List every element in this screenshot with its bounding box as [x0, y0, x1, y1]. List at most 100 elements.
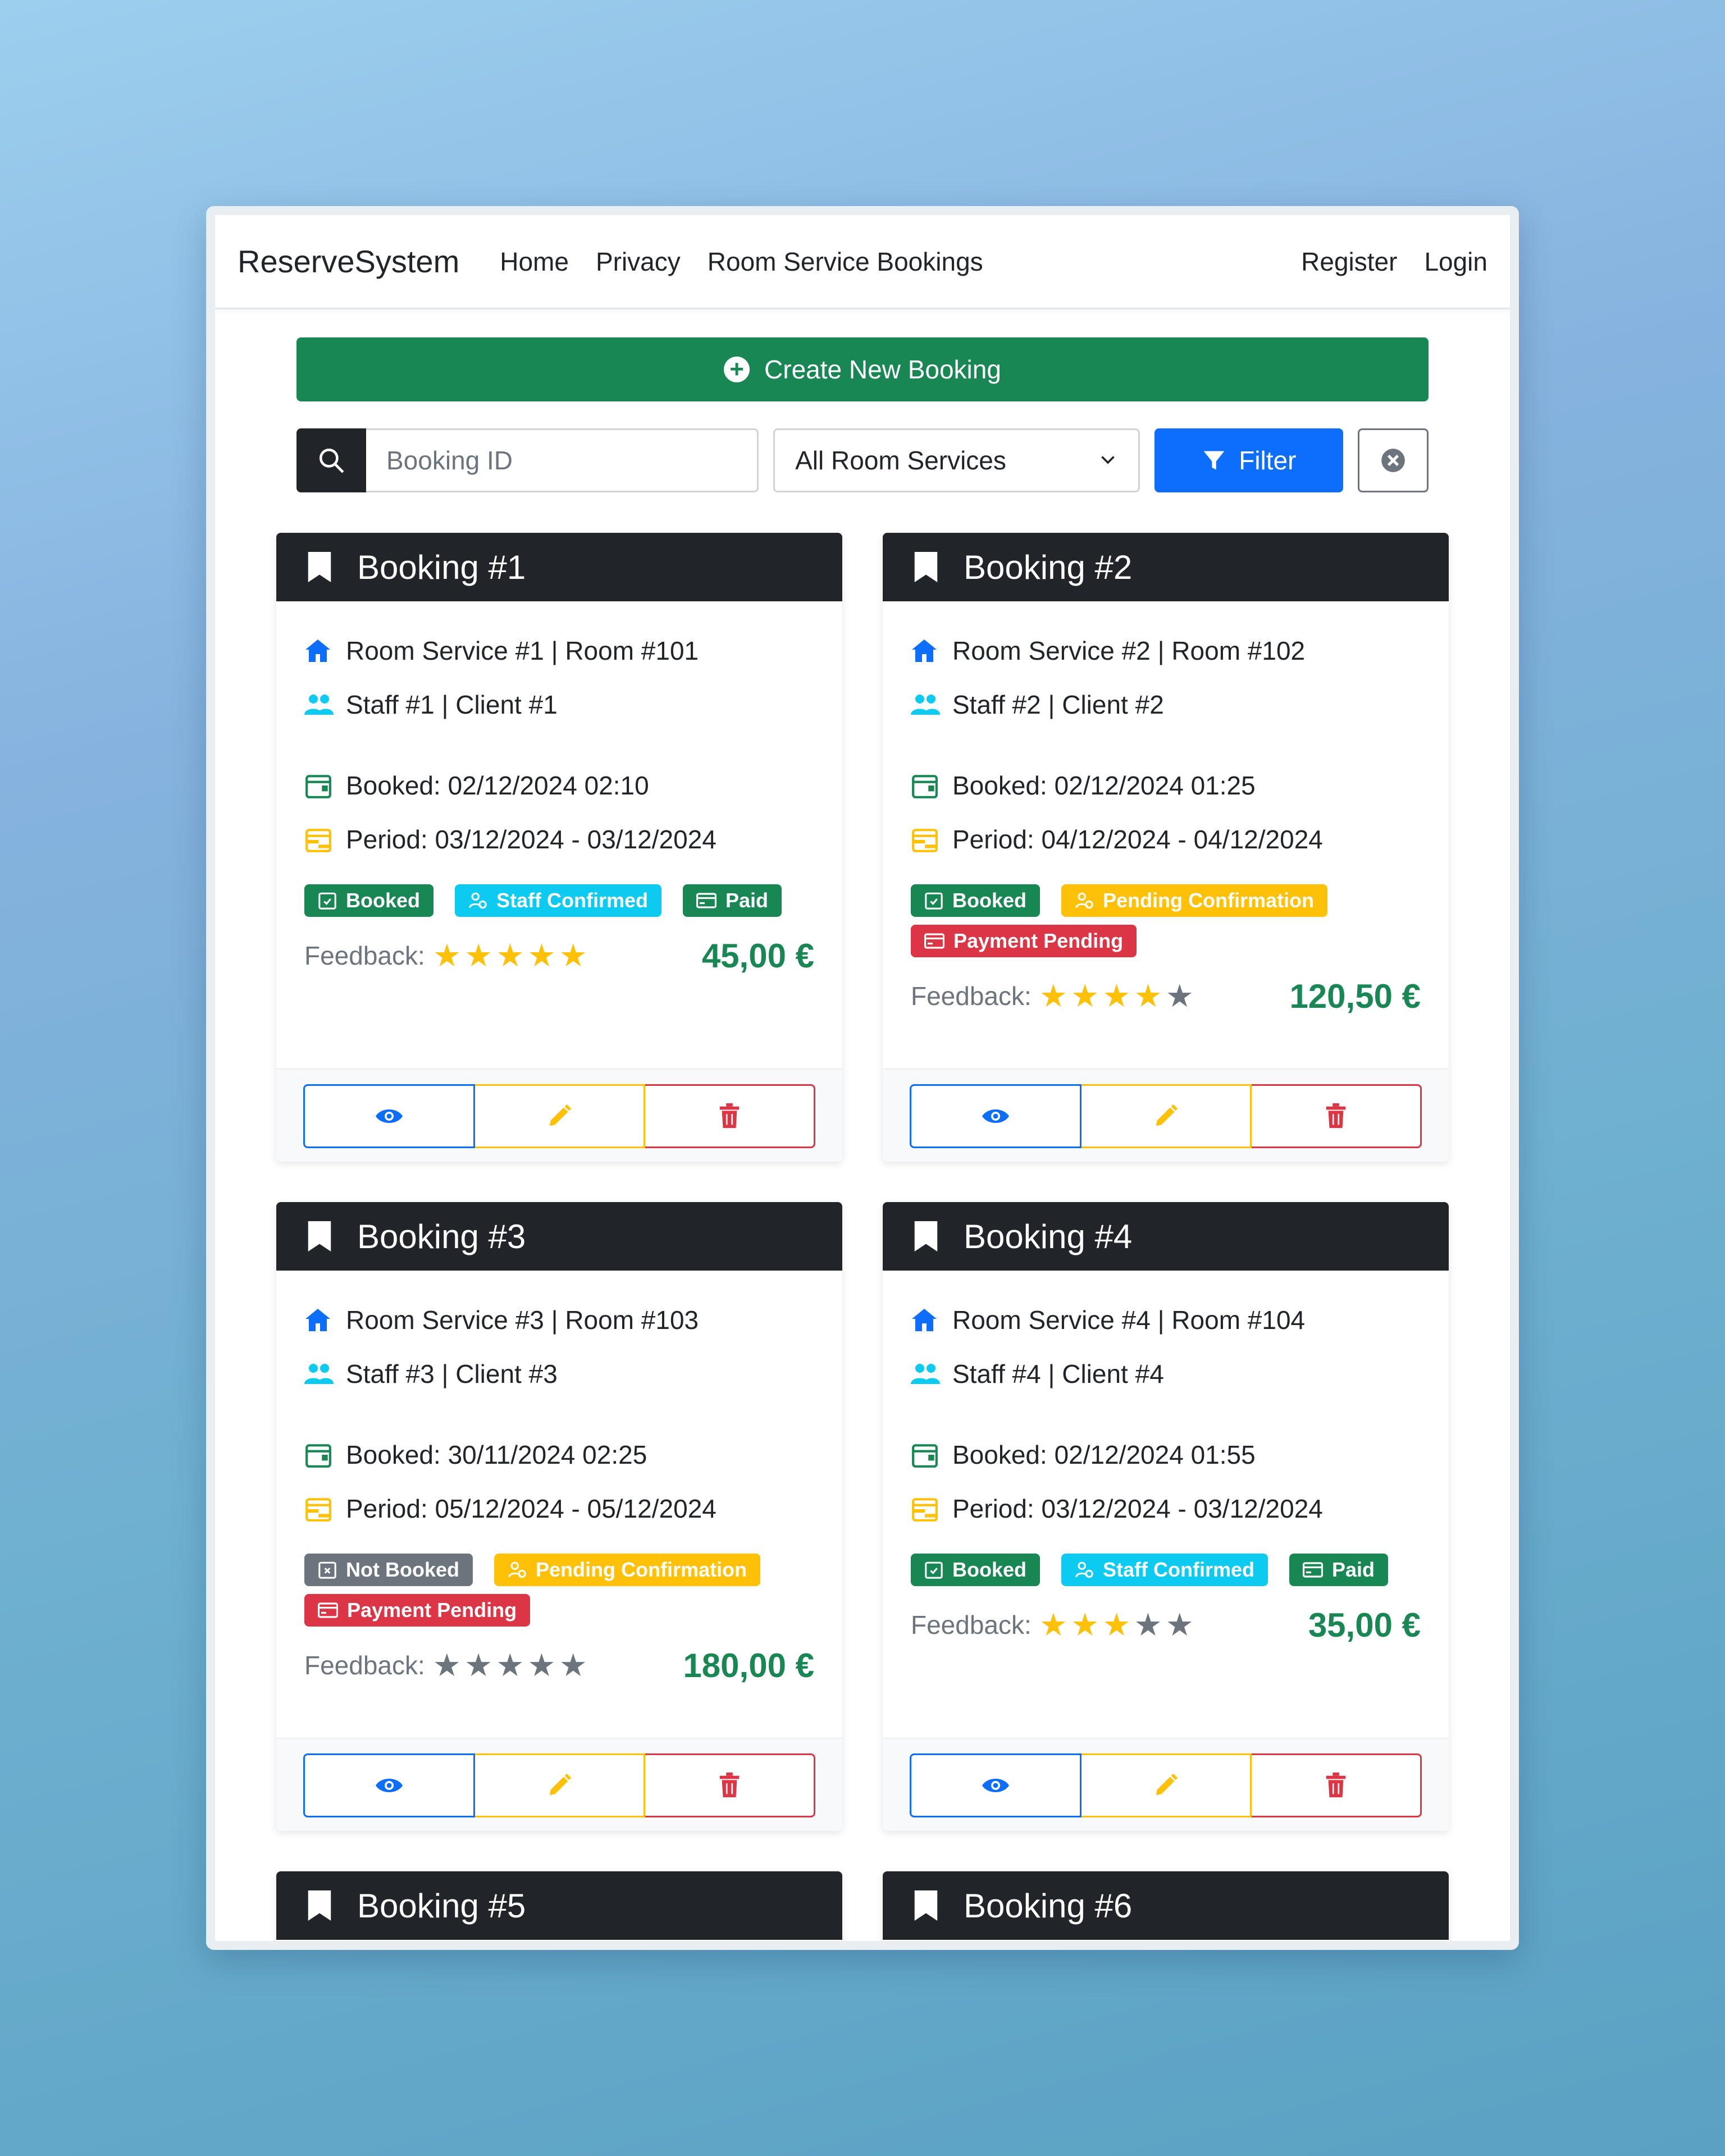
- eye-icon: [982, 1107, 1009, 1126]
- star-icon: ★: [559, 938, 587, 973]
- house-icon: [304, 1307, 334, 1333]
- booking-card: Booking #6: [883, 1871, 1449, 1941]
- booking-price: 180,00 €: [683, 1646, 814, 1684]
- staff-client-line: Staff #2 | Client #2: [911, 678, 1421, 732]
- funnel-icon: [1202, 448, 1226, 473]
- star-icon: ★: [464, 938, 493, 973]
- credit-card-icon: [696, 891, 717, 910]
- feedback-label: Feedback:: [911, 981, 1032, 1011]
- staff-client-line: Staff #4 | Client #4: [911, 1347, 1421, 1401]
- nav-privacy-link[interactable]: Privacy: [596, 246, 681, 277]
- delete-booking-button[interactable]: [645, 1084, 815, 1148]
- clear-filter-button[interactable]: [1358, 428, 1429, 492]
- edit-booking-button[interactable]: [1081, 1753, 1252, 1817]
- feedback-row: Feedback: ★ ★ ★ ★ ★ 45,00 €: [304, 925, 814, 986]
- staff-client-text: Staff #4 | Client #4: [952, 1359, 1164, 1388]
- service-room-line: Room Service #3 | Room #103: [304, 1293, 814, 1347]
- house-icon: [911, 637, 940, 664]
- pencil-icon: [1153, 1103, 1179, 1129]
- booking-card: Booking #1 Room Service #1 | Room #101 S…: [276, 533, 842, 1162]
- trash-icon: [1325, 1103, 1347, 1129]
- calendar-range-icon: [911, 825, 940, 853]
- booking-card-footer: [883, 1068, 1449, 1162]
- search-group: [296, 428, 759, 492]
- view-booking-button[interactable]: [910, 1084, 1081, 1148]
- status-badge-label: Paid: [1332, 1558, 1375, 1581]
- booked-date-line: Booked: 02/12/2024 02:10: [304, 759, 814, 812]
- calendar-icon: [304, 771, 334, 800]
- staff-client-text: Staff #3 | Client #3: [346, 1359, 558, 1388]
- star-icon: ★: [1134, 978, 1162, 1013]
- status-badge-label: Payment Pending: [953, 929, 1124, 952]
- booking-title: Booking #4: [964, 1217, 1133, 1255]
- create-booking-label: Create New Booking: [764, 355, 1001, 384]
- booking-card: Booking #2 Room Service #2 | Room #102 S…: [883, 533, 1449, 1162]
- status-badge: Booked: [911, 1554, 1041, 1586]
- star-icon: ★: [559, 1647, 587, 1683]
- brand-link[interactable]: ReserveSystem: [238, 243, 459, 280]
- status-badge: Not Booked: [304, 1554, 473, 1586]
- nav-room-service-bookings-link[interactable]: Room Service Bookings: [708, 246, 983, 277]
- pencil-icon: [546, 1103, 572, 1129]
- status-badge: Booked: [911, 884, 1041, 917]
- nav-login-link[interactable]: Login: [1424, 246, 1487, 277]
- rating-stars: ★ ★ ★ ★ ★: [433, 940, 591, 971]
- period-line: Period: 03/12/2024 - 03/12/2024: [304, 812, 814, 866]
- delete-booking-button[interactable]: [1252, 1084, 1422, 1148]
- star-icon: ★: [527, 1647, 556, 1683]
- status-badge-label: Booked: [952, 889, 1027, 912]
- star-icon: ★: [1039, 978, 1067, 1013]
- feedback-row: Feedback: ★ ★ ★ ★ ★ 35,00 €: [911, 1594, 1421, 1656]
- people-icon: [304, 1360, 334, 1387]
- status-badge: Paid: [683, 884, 782, 917]
- booking-card-header: Booking #6: [883, 1871, 1449, 1940]
- filter-button[interactable]: Filter: [1154, 428, 1344, 492]
- bookmark-icon: [304, 1219, 357, 1254]
- booking-title: Booking #3: [357, 1217, 526, 1255]
- period-text: Period: 05/12/2024 - 05/12/2024: [346, 1494, 717, 1523]
- edit-booking-button[interactable]: [1081, 1084, 1252, 1148]
- status-badges: Booked Staff Confirmed Paid: [304, 884, 814, 925]
- staff-client-line: Staff #3 | Client #3: [304, 1347, 814, 1401]
- status-badge-label: Booked: [952, 1558, 1027, 1581]
- status-badge: Paid: [1289, 1554, 1389, 1586]
- star-icon: ★: [496, 1647, 524, 1683]
- nav-register-link[interactable]: Register: [1301, 246, 1397, 277]
- booking-id-search-input[interactable]: [366, 428, 759, 492]
- booking-card-body: Room Service #1 | Room #101 Staff #1 | C…: [276, 601, 842, 986]
- booking-card-footer: [276, 1068, 842, 1162]
- service-room-text: Room Service #2 | Room #102: [952, 636, 1306, 665]
- person-check-icon: [468, 891, 487, 910]
- status-badge: Booked: [304, 884, 434, 917]
- status-badges: Not Booked Pending Confirmation Payment …: [304, 1554, 814, 1634]
- room-service-select[interactable]: All Room Services: [773, 428, 1140, 492]
- create-booking-button[interactable]: + Create New Booking: [296, 337, 1429, 401]
- staff-client-text: Staff #2 | Client #2: [952, 690, 1164, 719]
- booking-price: 120,50 €: [1289, 977, 1421, 1015]
- star-icon: ★: [496, 938, 524, 973]
- filter-bar: All Room Services Filter: [296, 428, 1429, 492]
- view-booking-button[interactable]: [910, 1753, 1081, 1817]
- booking-actions: [303, 1753, 815, 1817]
- service-room-line: Room Service #4 | Room #104: [911, 1293, 1421, 1347]
- credit-card-icon: [1303, 1560, 1324, 1579]
- page-viewport: ReserveSystem Home Privacy Room Service …: [215, 215, 1510, 1941]
- view-booking-button[interactable]: [303, 1084, 475, 1148]
- credit-card-icon: [924, 931, 944, 951]
- edit-booking-button[interactable]: [475, 1084, 645, 1148]
- booking-card-body: Room Service #2 | Room #102 Staff #2 | C…: [883, 601, 1449, 1027]
- edit-booking-button[interactable]: [475, 1753, 645, 1817]
- status-badge: Payment Pending: [304, 1594, 531, 1627]
- star-icon: ★: [1102, 978, 1131, 1013]
- calendar-range-icon: [304, 825, 334, 853]
- view-booking-button[interactable]: [303, 1753, 475, 1817]
- credit-card-icon: [318, 1601, 338, 1620]
- nav-home-link[interactable]: Home: [500, 246, 569, 277]
- booking-title: Booking #5: [357, 1886, 526, 1925]
- delete-booking-button[interactable]: [1252, 1753, 1422, 1817]
- bookmark-icon: [911, 1888, 964, 1923]
- feedback-label: Feedback:: [304, 1651, 425, 1680]
- browser-window: ReserveSystem Home Privacy Room Service …: [206, 206, 1519, 1950]
- people-icon: [911, 1360, 940, 1387]
- delete-booking-button[interactable]: [645, 1753, 815, 1817]
